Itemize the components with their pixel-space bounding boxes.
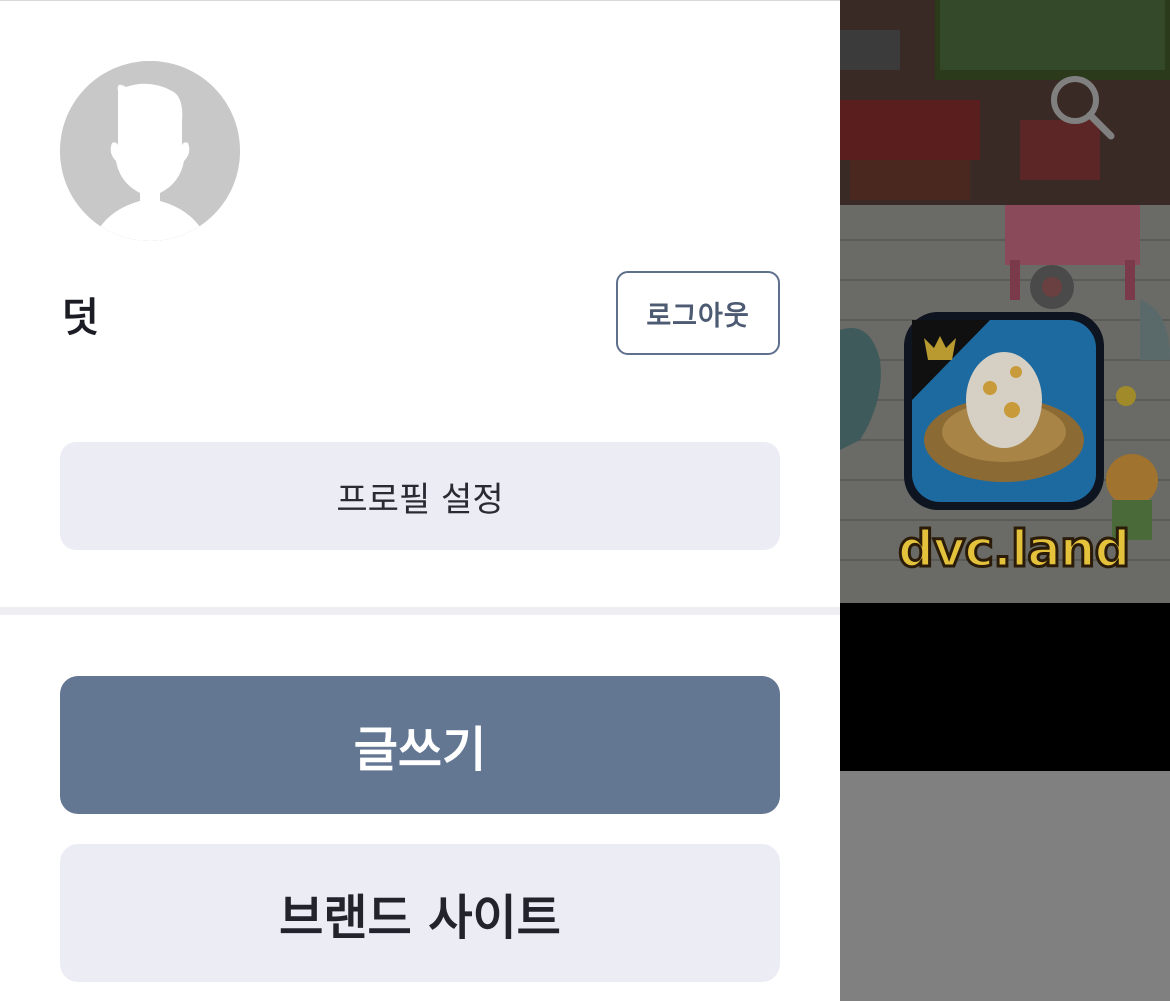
avatar[interactable] bbox=[60, 61, 240, 241]
write-post-button[interactable]: 글쓰기 bbox=[60, 676, 780, 814]
section-divider bbox=[0, 607, 840, 615]
side-drawer: 덧 로그아웃 프로필 설정 글쓰기 브랜드 사이트 bbox=[0, 0, 840, 1001]
search-icon[interactable] bbox=[1045, 70, 1117, 142]
username: 덧 bbox=[62, 295, 99, 341]
logout-button[interactable]: 로그아웃 bbox=[616, 271, 780, 355]
grey-band bbox=[840, 771, 1170, 1001]
dimmed-background[interactable]: dvc.land bbox=[840, 0, 1170, 1001]
profile-settings-button[interactable]: 프로필 설정 bbox=[60, 442, 780, 550]
banner-logo-text: dvc.land bbox=[896, 519, 1131, 580]
brand-site-button[interactable]: 브랜드 사이트 bbox=[60, 844, 780, 982]
black-band bbox=[840, 603, 1170, 771]
default-user-icon bbox=[60, 61, 240, 241]
game-banner-image: dvc.land bbox=[840, 0, 1170, 603]
